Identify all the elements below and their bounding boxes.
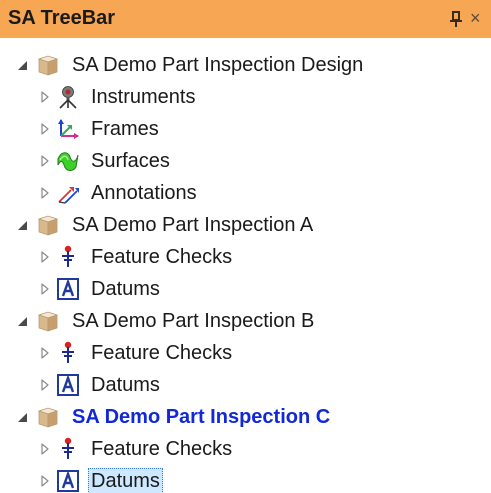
tree-node-label[interactable]: Feature Checks [91, 245, 232, 269]
tree-node-label[interactable]: SA Demo Part Inspection Design [72, 53, 363, 77]
part-icon [36, 309, 60, 333]
tree-node-label[interactable]: Datums [91, 277, 160, 301]
feature-checks-icon [56, 437, 80, 461]
tree-node-label[interactable]: Surfaces [91, 149, 170, 173]
collapsed-arrow-icon[interactable] [38, 377, 52, 393]
expanded-arrow-icon[interactable] [16, 409, 30, 425]
tree-node-feature-checks-c[interactable]: Feature Checks [0, 433, 491, 465]
expanded-arrow-icon[interactable] [16, 313, 30, 329]
tree-node-part-b[interactable]: SA Demo Part Inspection B [0, 305, 491, 337]
tree-node-frames[interactable]: Frames [0, 113, 491, 145]
part-icon [36, 213, 60, 237]
tree-node-label[interactable]: Datums [91, 373, 160, 397]
surfaces-icon [56, 149, 80, 173]
tree-node-label-active[interactable]: SA Demo Part Inspection C [72, 405, 330, 429]
tree-node-instruments[interactable]: Instruments [0, 81, 491, 113]
datums-icon [56, 469, 80, 493]
close-icon[interactable]: × [470, 9, 481, 27]
part-icon [36, 405, 60, 429]
part-icon [36, 53, 60, 77]
panel-title: SA TreeBar [8, 7, 116, 29]
datums-icon [56, 277, 80, 301]
expanded-arrow-icon[interactable] [16, 217, 30, 233]
collapsed-arrow-icon[interactable] [38, 153, 52, 169]
tree-node-datums-b[interactable]: Datums [0, 369, 491, 401]
feature-checks-icon [56, 245, 80, 269]
tree-node-datums-a[interactable]: Datums [0, 273, 491, 305]
collapsed-arrow-icon[interactable] [38, 441, 52, 457]
tree-node-label[interactable]: Feature Checks [91, 341, 232, 365]
tree-node-label[interactable]: Annotations [91, 181, 197, 205]
panel-titlebar: SA TreeBar × [0, 0, 491, 38]
collapsed-arrow-icon[interactable] [38, 345, 52, 361]
tree-view[interactable]: SA Demo Part Inspection Design Instrumen… [0, 49, 491, 493]
tree-node-part-design[interactable]: SA Demo Part Inspection Design [0, 49, 491, 81]
annotations-icon [56, 181, 80, 205]
tree-node-label[interactable]: Frames [91, 117, 159, 141]
tree-node-label[interactable]: SA Demo Part Inspection A [72, 213, 313, 237]
collapsed-arrow-icon[interactable] [38, 473, 52, 489]
tree-node-label[interactable]: Feature Checks [91, 437, 232, 461]
expanded-arrow-icon[interactable] [16, 57, 30, 73]
tree-node-annotations[interactable]: Annotations [0, 177, 491, 209]
tree-node-datums-c[interactable]: Datums [0, 465, 491, 493]
feature-checks-icon [56, 341, 80, 365]
tree-node-part-a[interactable]: SA Demo Part Inspection A [0, 209, 491, 241]
tree-node-feature-checks-b[interactable]: Feature Checks [0, 337, 491, 369]
tree-node-label[interactable]: Instruments [91, 85, 195, 109]
tree-node-part-c[interactable]: SA Demo Part Inspection C [0, 401, 491, 433]
tree-node-label[interactable]: SA Demo Part Inspection B [72, 309, 314, 333]
datums-icon [56, 373, 80, 397]
collapsed-arrow-icon[interactable] [38, 249, 52, 265]
instruments-icon [56, 85, 80, 109]
collapsed-arrow-icon[interactable] [38, 121, 52, 137]
tree-node-surfaces[interactable]: Surfaces [0, 145, 491, 177]
pin-icon[interactable] [449, 11, 463, 27]
collapsed-arrow-icon[interactable] [38, 281, 52, 297]
sa-treebar-panel: SA TreeBar × SA Demo Part Inspection Des… [0, 0, 491, 493]
tree-node-label-selected[interactable]: Datums [88, 468, 163, 493]
collapsed-arrow-icon[interactable] [38, 89, 52, 105]
frames-icon [56, 117, 80, 141]
tree-node-feature-checks-a[interactable]: Feature Checks [0, 241, 491, 273]
collapsed-arrow-icon[interactable] [38, 185, 52, 201]
